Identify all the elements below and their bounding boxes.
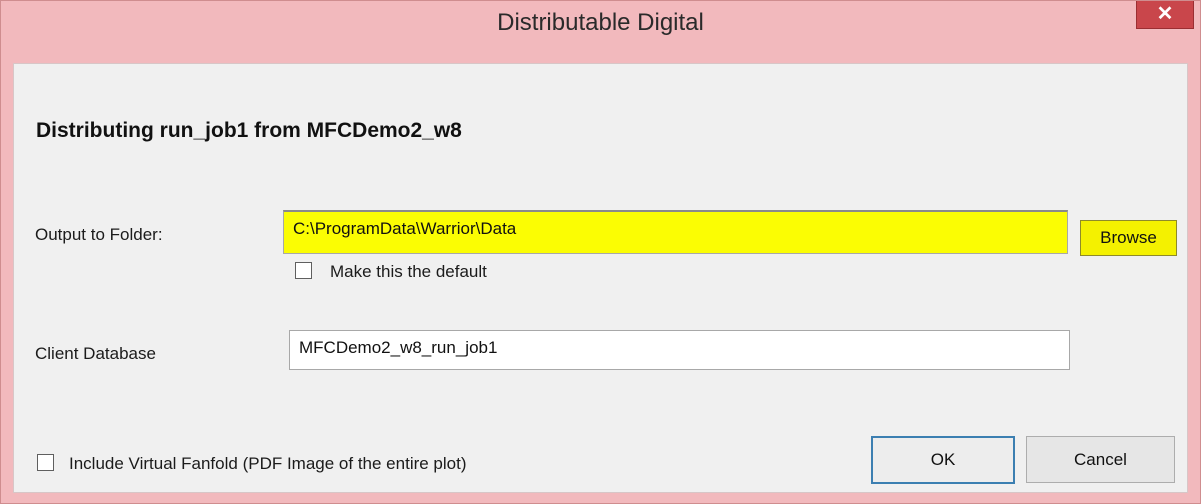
title-bar[interactable]: Distributable Digital ✕ bbox=[1, 1, 1200, 61]
output-folder-label: Output to Folder: bbox=[35, 225, 163, 244]
default-checkbox-label[interactable]: Make this the default bbox=[330, 262, 487, 282]
ok-button[interactable]: OK bbox=[871, 436, 1015, 484]
dialog-heading: Distributing run_job1 from MFCDemo2_w8 bbox=[36, 119, 462, 142]
client-database-label: Client Database bbox=[35, 344, 156, 363]
close-button[interactable]: ✕ bbox=[1136, 1, 1194, 29]
dialog-window: Distributable Digital ✕ Distributing run… bbox=[0, 0, 1201, 504]
close-icon: ✕ bbox=[1156, 3, 1174, 25]
client-database-input[interactable]: MFCDemo2_w8_run_job1 bbox=[289, 330, 1070, 370]
window-title: Distributable Digital bbox=[497, 9, 704, 36]
default-checkbox[interactable] bbox=[295, 262, 312, 279]
dialog-body: Distributing run_job1 from MFCDemo2_w8 O… bbox=[13, 63, 1188, 493]
browse-button[interactable]: Browse bbox=[1080, 220, 1177, 256]
cancel-button[interactable]: Cancel bbox=[1026, 436, 1175, 483]
output-folder-input[interactable]: C:\ProgramData\Warrior\Data bbox=[283, 210, 1068, 254]
fanfold-checkbox-label[interactable]: Include Virtual Fanfold (PDF Image of th… bbox=[69, 454, 467, 474]
fanfold-checkbox[interactable] bbox=[37, 454, 54, 471]
